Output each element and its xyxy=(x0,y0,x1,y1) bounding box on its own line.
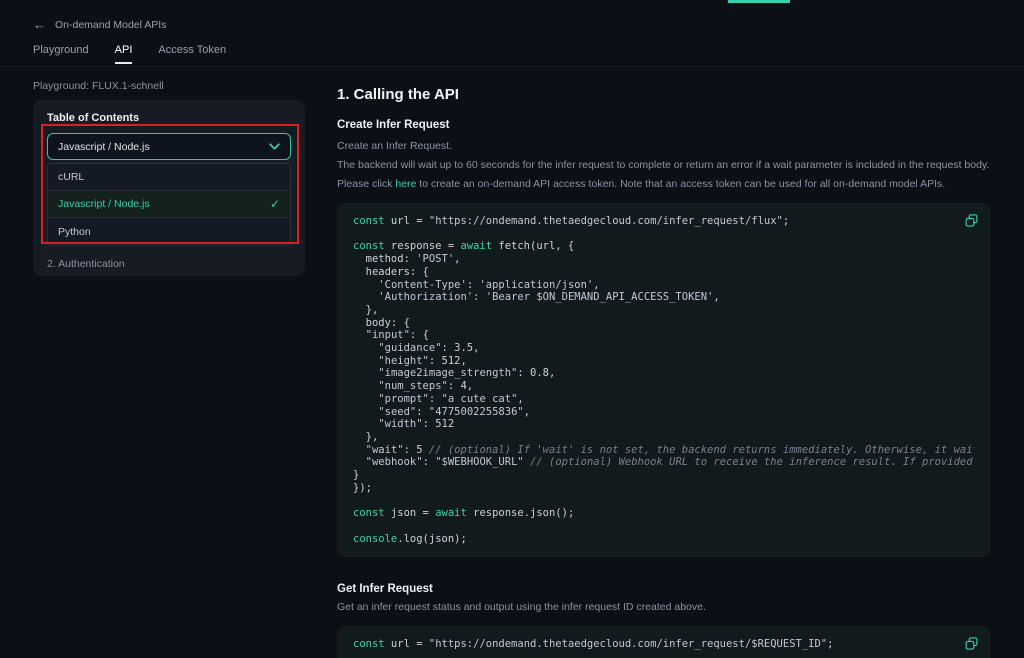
get-infer-request-title: Get Infer Request xyxy=(337,583,990,595)
tab-bar: Playground API Access Token xyxy=(33,44,226,64)
create-infer-code-block: const url = "https://ondemand.thetaedgec… xyxy=(337,203,990,557)
create-infer-request-title: Create Infer Request xyxy=(337,119,990,131)
option-curl[interactable]: cURL xyxy=(48,164,290,191)
chevron-down-icon xyxy=(269,141,280,153)
section-title: 1. Calling the API xyxy=(337,86,990,103)
access-token-link[interactable]: here xyxy=(395,178,416,190)
get-infer-code-block: const url = "https://ondemand.thetaedgec… xyxy=(337,626,990,658)
copy-code-button[interactable] xyxy=(962,634,981,653)
option-javascript-nodejs[interactable]: Javascript / Node.js ✓ xyxy=(48,191,290,218)
back-arrow-icon[interactable]: ← xyxy=(33,17,45,32)
tab-playground[interactable]: Playground xyxy=(33,44,89,64)
create-paragraph-3: Please click here to create an on-demand… xyxy=(337,177,990,191)
option-label: Javascript / Node.js xyxy=(58,198,150,210)
toc-item-authentication[interactable]: 2. Authentication xyxy=(47,258,291,270)
main-content: 1. Calling the API Create Infer Request … xyxy=(337,80,990,658)
playground-model-label: Playground: FLUX.1-schnell xyxy=(33,80,164,92)
check-icon: ✓ xyxy=(270,197,280,211)
code-content: const url = "https://ondemand.thetaedgec… xyxy=(353,215,974,545)
copy-icon xyxy=(965,638,978,653)
copy-code-button[interactable] xyxy=(962,211,981,230)
language-dropdown-value: Javascript / Node.js xyxy=(58,141,150,153)
get-paragraph-1: Get an infer request status and output u… xyxy=(337,600,990,614)
create-paragraph-1: Create an Infer Request. xyxy=(337,139,990,153)
option-label: Python xyxy=(58,226,91,238)
language-options-list: cURL Javascript / Node.js ✓ Python xyxy=(47,163,291,246)
toc-title: Table of Contents xyxy=(47,112,291,124)
back-label[interactable]: On-demand Model APIs xyxy=(55,19,166,31)
p3-text-after: to create an on-demand API access token.… xyxy=(416,178,945,190)
language-dropdown[interactable]: Javascript / Node.js xyxy=(47,133,291,160)
option-python[interactable]: Python xyxy=(48,218,290,245)
option-label: cURL xyxy=(58,171,84,183)
p3-text-before: Please click xyxy=(337,178,395,190)
code-content: const url = "https://ondemand.thetaedgec… xyxy=(353,638,974,651)
table-of-contents-card: Table of Contents Javascript / Node.js c… xyxy=(33,100,305,276)
create-paragraph-2: The backend will wait up to 60 seconds f… xyxy=(337,158,990,172)
header: ← On-demand Model APIs Playground API Ac… xyxy=(0,0,1024,67)
tab-api[interactable]: API xyxy=(115,44,133,64)
tab-access-token[interactable]: Access Token xyxy=(158,44,226,64)
top-accent-indicator xyxy=(728,0,790,3)
copy-icon xyxy=(965,215,978,230)
breadcrumb: ← On-demand Model APIs xyxy=(33,17,166,32)
